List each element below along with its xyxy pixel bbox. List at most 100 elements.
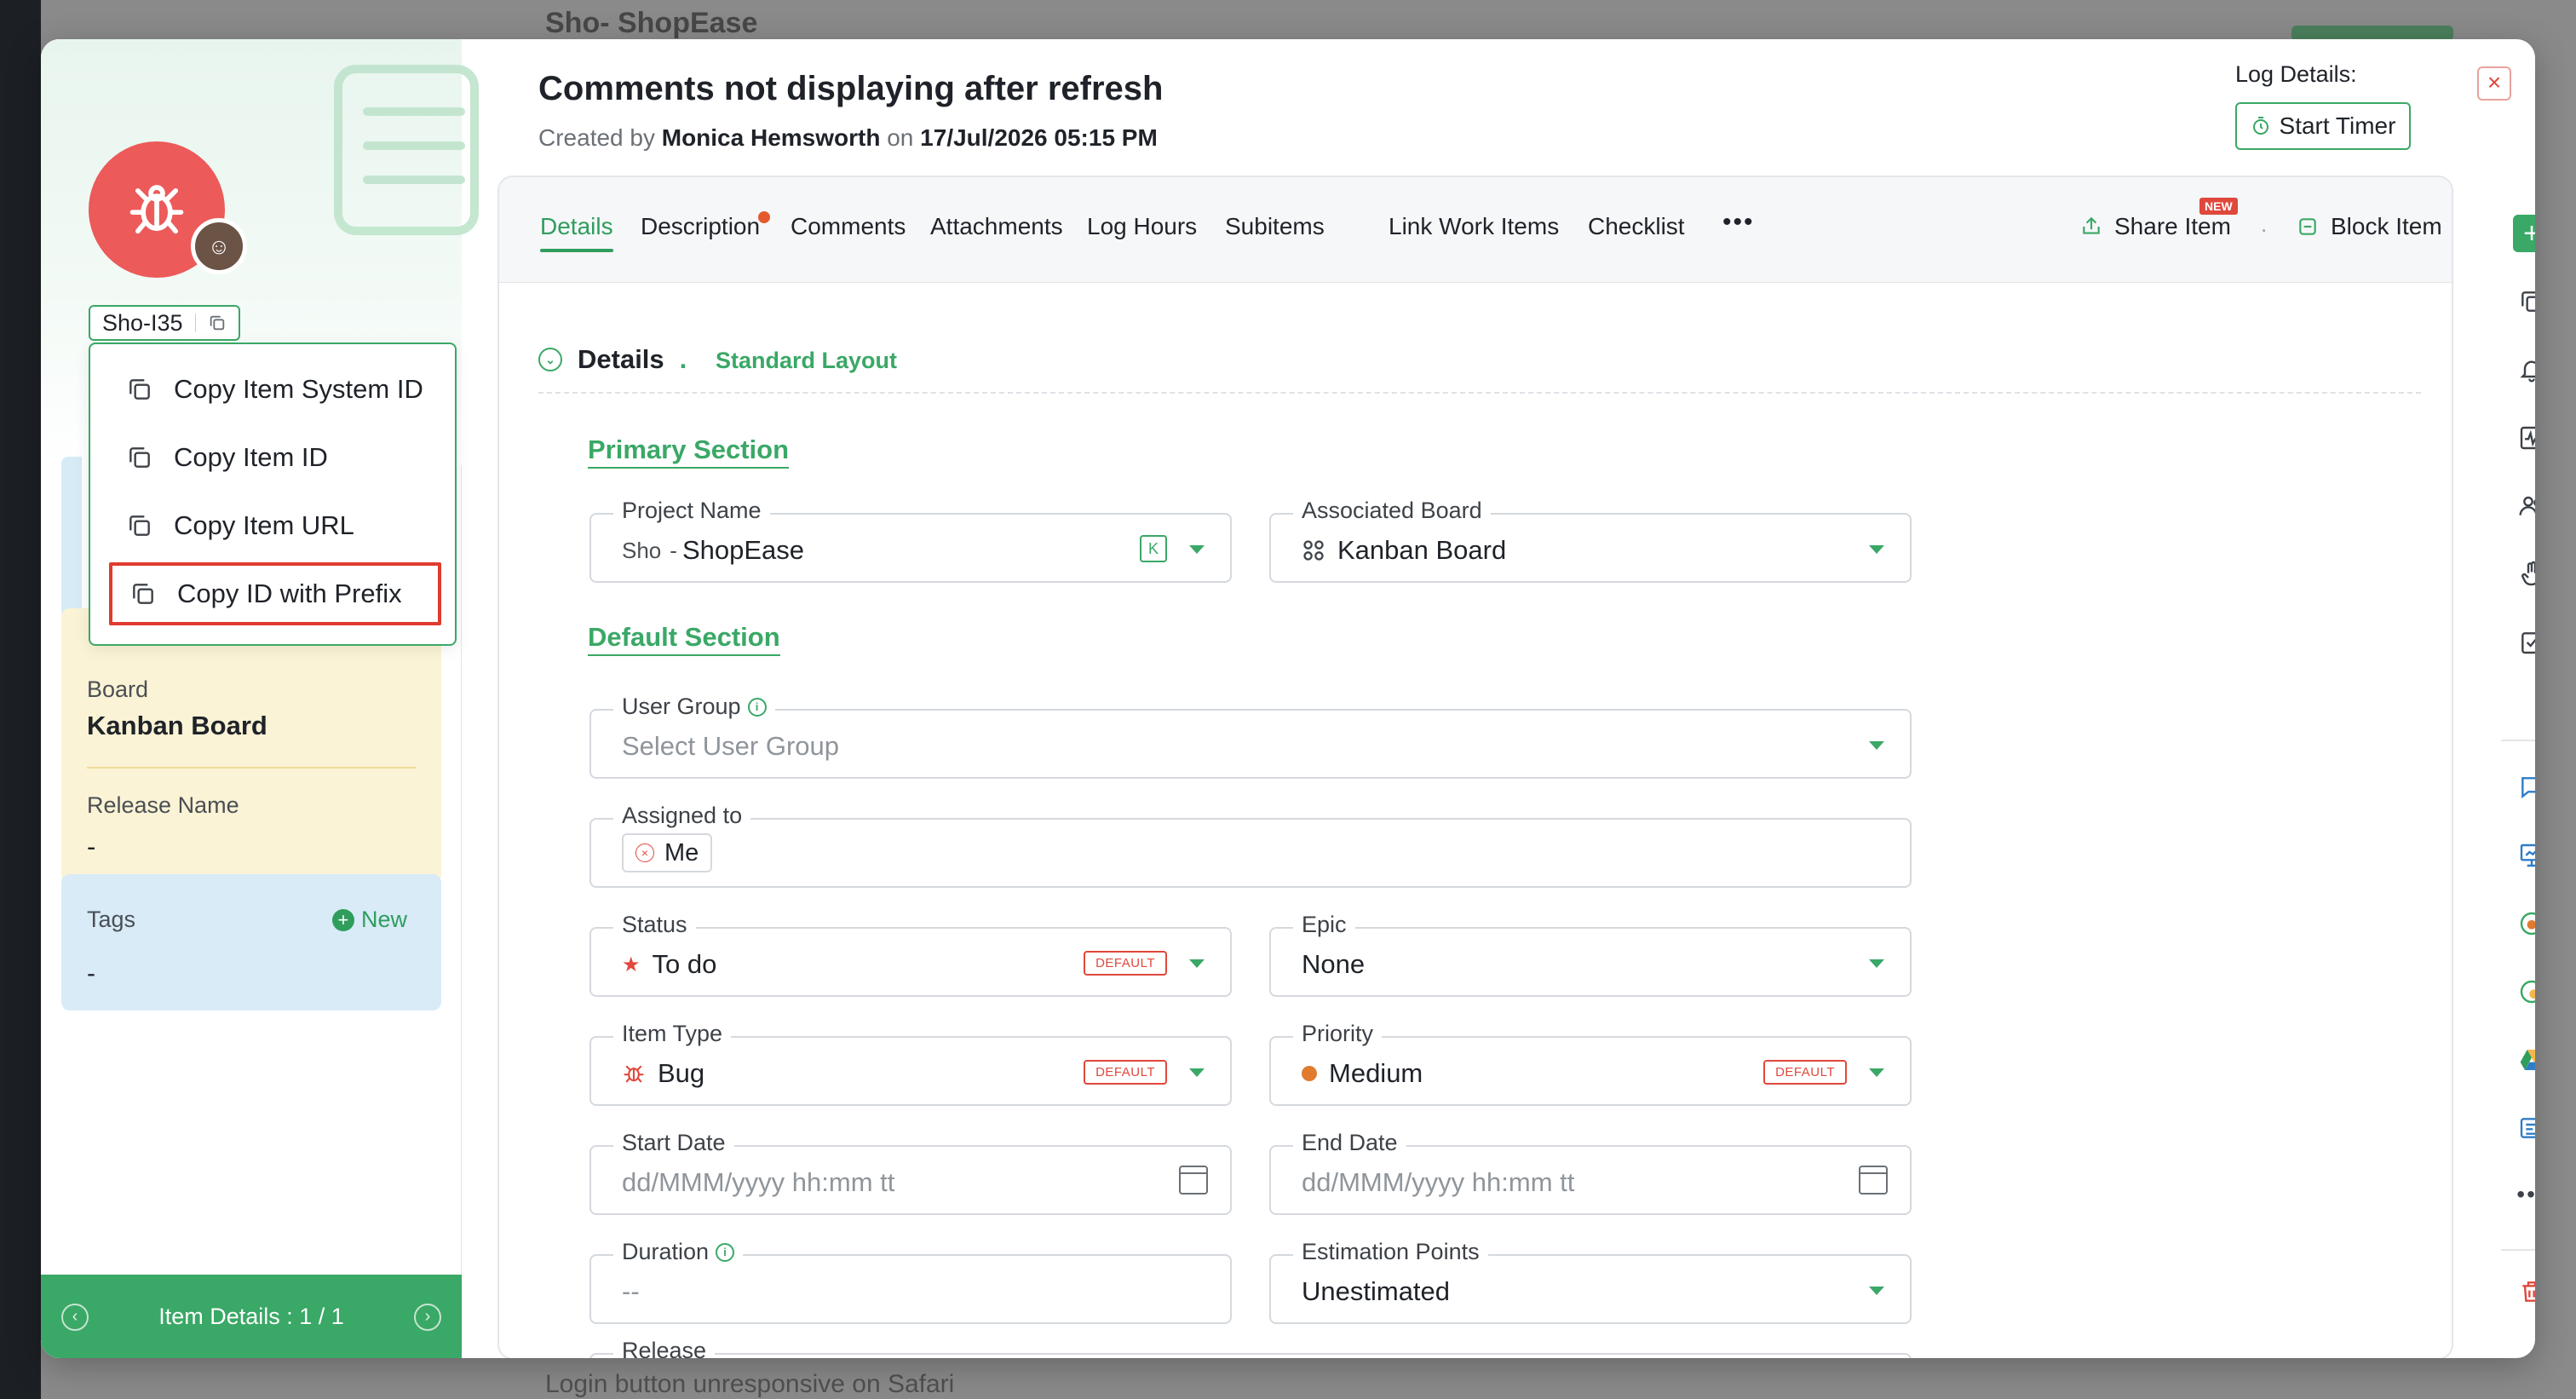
- copy-icon: [133, 584, 153, 604]
- menu-item-label: Copy ID with Prefix: [177, 579, 402, 608]
- menu-copy-id-with-prefix[interactable]: Copy ID with Prefix: [109, 562, 441, 625]
- remove-icon[interactable]: ×: [635, 843, 654, 862]
- menu-item-label: Copy Item ID: [174, 442, 328, 472]
- field-value: Sho - ShopEase: [622, 535, 804, 565]
- log-details-label: Log Details:: [2235, 61, 2357, 87]
- menu-copy-item-url[interactable]: Copy Item URL: [109, 494, 441, 557]
- field-value: Bug: [658, 1058, 705, 1088]
- field-label: Duration i: [613, 1239, 744, 1265]
- details-dot: .: [679, 344, 687, 374]
- board-value[interactable]: Kanban Board: [87, 711, 267, 741]
- info-icon[interactable]: i: [747, 697, 767, 717]
- bell-icon[interactable]: [2513, 351, 2535, 389]
- integration-icon[interactable]: [2513, 905, 2535, 942]
- layout-name[interactable]: Standard Layout: [716, 348, 897, 374]
- drive-icon[interactable]: [2513, 1041, 2535, 1079]
- item-id-chip[interactable]: Sho-I35: [89, 305, 240, 341]
- add-tag-button[interactable]: + New: [331, 907, 407, 933]
- field-label: Assigned to: [613, 803, 751, 829]
- plus-icon: +: [331, 908, 354, 931]
- tab-comments[interactable]: Comments: [791, 213, 906, 240]
- calendar-icon[interactable]: [1179, 1166, 1208, 1195]
- chevron-down-icon: [1869, 741, 1884, 750]
- tab-attachments[interactable]: Attachments: [930, 213, 1063, 240]
- start-date-field[interactable]: Start Date dd/MMM/yyyy hh:mm tt: [589, 1130, 1232, 1215]
- add-icon[interactable]: +: [2513, 215, 2535, 252]
- unread-dot: [758, 211, 771, 223]
- tab-details[interactable]: Details: [540, 213, 613, 252]
- collapse-icon[interactable]: ⌄: [538, 348, 562, 371]
- block-item-button[interactable]: Block Item: [2297, 213, 2442, 240]
- status-field[interactable]: Status ★ To do DEFAULT: [589, 912, 1232, 997]
- form-icon[interactable]: [2513, 1109, 2535, 1147]
- estimation-points-field[interactable]: Estimation Points Unestimated: [1269, 1239, 1912, 1324]
- field-value: Medium: [1329, 1058, 1423, 1088]
- tab-subitems[interactable]: Subitems: [1225, 213, 1325, 240]
- activity-icon[interactable]: [2513, 419, 2535, 457]
- item-type-field[interactable]: Item Type Bug DEFAULT: [589, 1021, 1232, 1106]
- item-title[interactable]: Comments not displaying after refresh: [538, 70, 1163, 108]
- field-label: Project Name: [613, 498, 770, 524]
- tab-description[interactable]: Description: [641, 211, 771, 240]
- default-badge: DEFAULT: [1084, 951, 1167, 976]
- share-icon: [2083, 216, 2100, 234]
- copy-icon[interactable]: [208, 314, 227, 332]
- user-group-field[interactable]: User Group i Select User Group: [589, 694, 1912, 779]
- chat-icon[interactable]: [2513, 769, 2535, 806]
- hand-icon[interactable]: [2513, 556, 2535, 593]
- presentation-icon[interactable]: [2513, 837, 2535, 874]
- default-badge: DEFAULT: [1763, 1060, 1847, 1085]
- users-icon[interactable]: [2513, 487, 2535, 525]
- field-value: None: [1302, 949, 1366, 979]
- checklist-illustration-icon: [334, 65, 479, 235]
- menu-copy-item-system-id[interactable]: Copy Item System ID: [109, 358, 441, 421]
- next-item-icon[interactable]: ›: [414, 1304, 441, 1331]
- field-label: Start Date: [613, 1130, 734, 1156]
- field-label: User Group i: [613, 694, 775, 720]
- copy-icon[interactable]: [2513, 283, 2535, 320]
- field-label: Epic: [1293, 912, 1355, 938]
- card-peek: [61, 457, 82, 619]
- end-date-field[interactable]: End Date dd/MMM/yyyy hh:mm tt: [1269, 1130, 1912, 1215]
- associated-board-field[interactable]: Associated Board Kanban Board: [1269, 498, 1912, 583]
- created-prefix: Created by: [538, 124, 655, 151]
- integration-alt-icon[interactable]: [2513, 973, 2535, 1010]
- field-value: --: [622, 1276, 640, 1306]
- info-icon[interactable]: i: [716, 1242, 735, 1262]
- field-label: End Date: [1293, 1130, 1406, 1156]
- field-value: Unestimated: [1302, 1276, 1451, 1306]
- action-separator: .: [2261, 211, 2268, 237]
- board-card: Board Kanban Board Release Name -: [61, 608, 441, 883]
- field-label: Release: [613, 1338, 716, 1358]
- details-section-header[interactable]: ⌄ Details .: [538, 344, 687, 375]
- clipboard-check-icon[interactable]: [2513, 624, 2535, 661]
- field-label: Priority: [1293, 1021, 1383, 1047]
- chevron-down-icon: [1189, 1068, 1205, 1077]
- block-icon: [2299, 218, 2316, 235]
- chevron-down-icon: [1189, 959, 1205, 968]
- share-item-button[interactable]: Share Item: [2080, 213, 2231, 240]
- background-project-title: Sho- ShopEase: [545, 7, 758, 39]
- epic-field[interactable]: Epic None: [1269, 912, 1912, 997]
- project-name-field[interactable]: Project Name Sho - ShopEase K: [589, 498, 1232, 583]
- more-icon[interactable]: •••: [2513, 1176, 2535, 1213]
- calendar-icon[interactable]: [1859, 1166, 1888, 1195]
- assignee-chip[interactable]: × Me: [622, 833, 713, 872]
- chevron-down-icon: [1869, 545, 1884, 554]
- duration-field[interactable]: Duration i --: [589, 1239, 1232, 1324]
- priority-dot-icon: [1302, 1066, 1317, 1081]
- tab-log-hours[interactable]: Log Hours: [1087, 213, 1197, 240]
- priority-field[interactable]: Priority Medium DEFAULT: [1269, 1021, 1912, 1106]
- start-timer-button[interactable]: Start Timer: [2235, 102, 2411, 150]
- created-info: Created by Monica Hemsworth on 17/Jul/20…: [538, 124, 1158, 152]
- assigned-to-field[interactable]: Assigned to × Me: [589, 803, 1912, 888]
- tab-link-work-items[interactable]: Link Work Items: [1389, 213, 1559, 240]
- release-field[interactable]: Release: [589, 1338, 1912, 1358]
- tab-checklist[interactable]: Checklist: [1588, 213, 1685, 240]
- previous-item-icon[interactable]: ‹: [61, 1304, 89, 1331]
- close-icon[interactable]: ×: [2477, 66, 2511, 101]
- new-badge: NEW: [2199, 198, 2238, 215]
- trash-icon[interactable]: [2513, 1273, 2535, 1310]
- more-tabs-icon[interactable]: •••: [1722, 208, 1755, 237]
- menu-copy-item-id[interactable]: Copy Item ID: [109, 426, 441, 489]
